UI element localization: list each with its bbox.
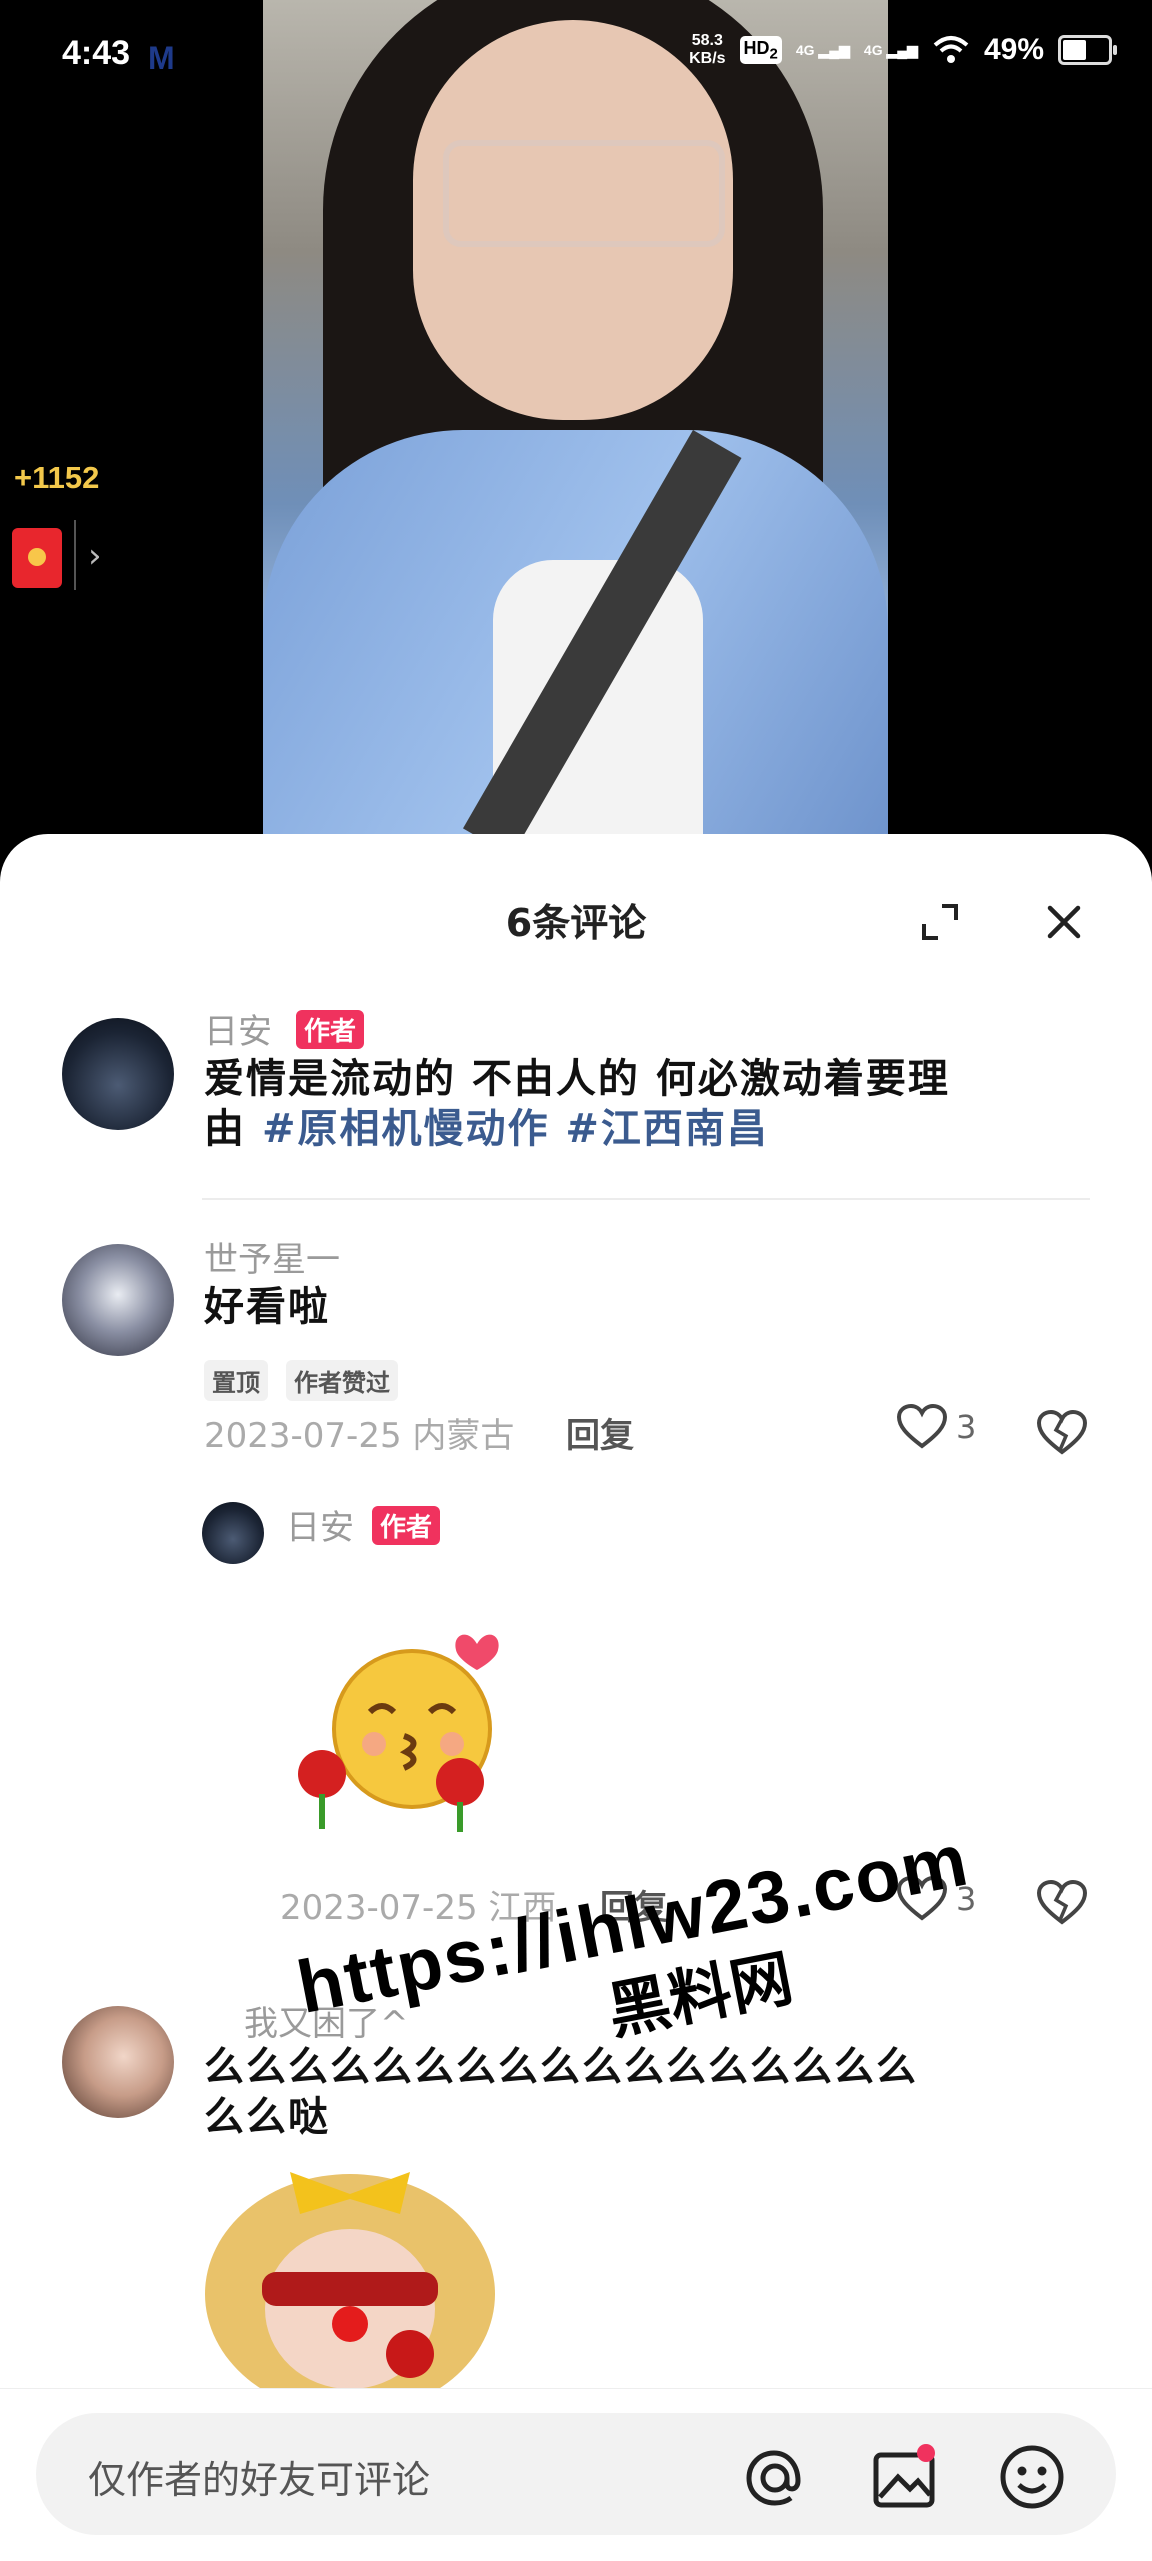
author-badge: 作者 [372, 1506, 441, 1545]
comment-meta: 2023-07-25 内蒙古 [204, 1416, 515, 1456]
net-speed: 58.3 KB/s [689, 32, 725, 68]
signal-label-1: 4G [795, 41, 815, 58]
net-speed-value: 58.3 [691, 32, 723, 49]
reward-divider [74, 520, 76, 590]
avatar[interactable] [202, 1502, 264, 1564]
post-caption: 爱情是流动的 不由人的 何必激动着要理 由 #原相机慢动作 #江西南昌 [204, 1054, 1104, 1154]
red-packet-icon[interactable] [12, 528, 62, 588]
divider [202, 1198, 1090, 1200]
close-icon[interactable] [1042, 900, 1086, 944]
coin-reward-count[interactable]: +1152 [14, 460, 99, 496]
wifi-icon [933, 36, 969, 63]
comment-sheet: 6条评论 日安 作者 爱情是流动的 不由人的 何必激动着要理 由 #原相机慢动作… [0, 834, 1152, 2560]
heart-icon [896, 1404, 948, 1449]
status-time: 4:43 [62, 34, 131, 72]
status-right: 58.3 KB/s HD2 4G ▂▄▆ 4G ▂▄▆ 49% [689, 32, 1117, 68]
battery-icon [1058, 35, 1117, 65]
mention-icon[interactable] [740, 2443, 810, 2513]
hashtag-link[interactable]: #原相机慢动作 [262, 1106, 550, 1152]
hd-sub: 2 [769, 45, 778, 63]
author-badge: 作者 [296, 1010, 365, 1049]
emoji-icon[interactable] [996, 2441, 1068, 2513]
caption-line-2: 由 #原相机慢动作 #江西南昌 [204, 1104, 1104, 1154]
video-glasses [443, 140, 725, 247]
dislike-icon[interactable] [1036, 1410, 1088, 1456]
video-player[interactable] [263, 0, 888, 840]
hashtag-link[interactable]: #江西南昌 [549, 1106, 768, 1152]
comment-input-placeholder[interactable]: 仅作者的好友可评论 [88, 2449, 430, 2504]
comment-username[interactable]: 世予星一 [204, 1232, 340, 1281]
chevron-right-icon[interactable]: › [88, 536, 102, 576]
like-button[interactable]: 3 [896, 1404, 976, 1450]
reply-button[interactable]: 回复 [566, 1408, 634, 1457]
avatar[interactable] [62, 1244, 174, 1356]
app-logo-icon: M [148, 40, 175, 76]
comment-input-bar: 仅作者的好友可评论 [0, 2388, 1152, 2561]
comment-count-title: 6条评论 [505, 901, 647, 945]
net-speed-unit: KB/s [689, 50, 726, 67]
signal-icon-2: 4G ▂▄▆ [863, 41, 918, 58]
status-bar: 4:43 M 58.3 KB/s HD2 4G ▂▄▆ 4G ▂▄▆ 49% [0, 0, 1152, 120]
signal-icon-1: 4G ▂▄▆ [795, 41, 850, 58]
image-icon[interactable] [870, 2441, 942, 2513]
author-liked-tag: 作者赞过 [286, 1360, 398, 1401]
avatar[interactable] [62, 2006, 174, 2118]
pinned-tag: 置顶 [204, 1360, 268, 1401]
doll-sticker[interactable] [200, 2154, 500, 2404]
caption-prefix: 由 [204, 1106, 262, 1152]
hd-voice-icon: HD2 [739, 35, 782, 65]
comment-text[interactable]: 好看啦 [204, 1282, 330, 1332]
like-count: 3 [956, 1408, 977, 1446]
hd-label: HD [743, 37, 770, 58]
avatar[interactable] [62, 1018, 174, 1130]
author-name[interactable]: 日安 [204, 1004, 272, 1053]
kiss-emoji-sticker[interactable] [282, 1624, 512, 1834]
dislike-icon[interactable] [1036, 1880, 1088, 1926]
reply-username[interactable]: 日安 [286, 1500, 354, 1549]
battery-percent: 49% [983, 33, 1044, 66]
caption-line-1: 爱情是流动的 不由人的 何必激动着要理 [204, 1056, 950, 1102]
expand-icon[interactable] [920, 902, 960, 942]
signal-label-2: 4G [863, 41, 883, 58]
